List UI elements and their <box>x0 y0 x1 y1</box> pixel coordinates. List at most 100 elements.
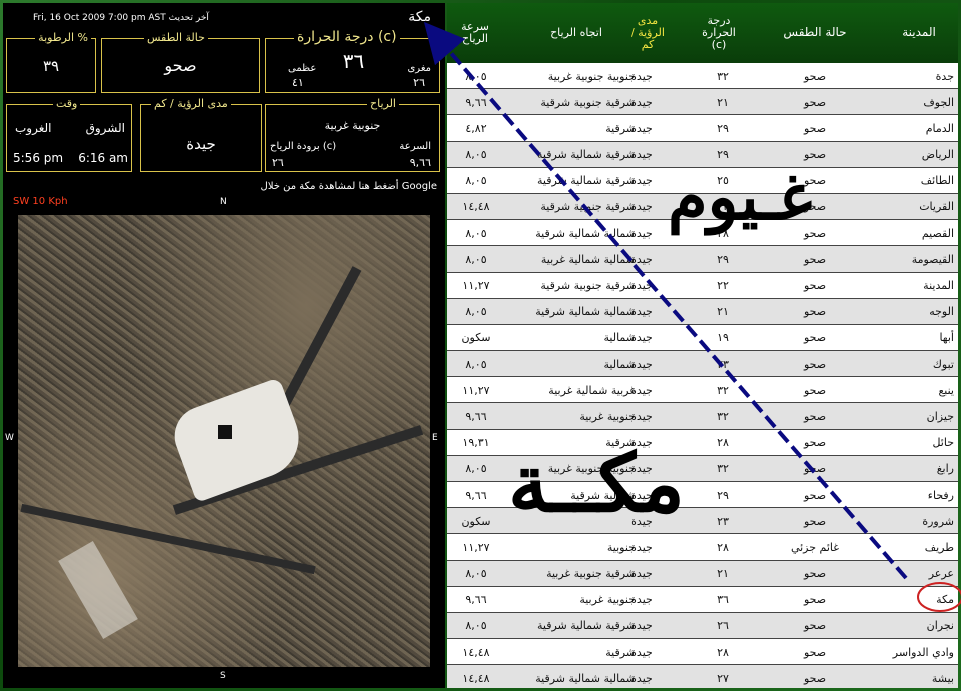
wind-readout: SW 10 Kph <box>13 196 68 207</box>
table-row[interactable]: بيشة صحو ٢٧ جيدة شمالية شمالية شرقية ١٤,٤٨ <box>447 665 958 688</box>
cell-temperature: ٢١ <box>717 567 729 581</box>
cell-wind-direction: شمالية شمالية شرقية <box>535 671 635 685</box>
cell-wind-direction: شرقية جنوبية شرقية <box>540 95 635 109</box>
cell-condition: صحو <box>803 567 827 581</box>
cell-city: أبها <box>939 331 954 345</box>
time-title: وقت <box>53 97 81 110</box>
cell-condition: صحو <box>803 95 827 109</box>
wind-chill-value: ٢٦ <box>272 156 284 169</box>
cell-condition: صحو <box>803 383 827 397</box>
col-condition: حالة الطقس <box>783 25 847 40</box>
last-update: Fri, 16 Oct 2009 7:00 pm AST آخر تحديث <box>33 13 209 23</box>
visibility-value: جيدة <box>186 135 216 153</box>
cell-temperature: ٢٨ <box>717 645 729 659</box>
cell-wind-speed: ٨,٠٥ <box>465 69 487 83</box>
table-row[interactable]: وادي الدواسر صحو ٢٨ جيدة شرقية ١٤,٤٨ <box>447 639 958 666</box>
cell-condition: صحو <box>803 305 827 319</box>
wind-speed-value: ٩,٦٦ <box>409 156 431 169</box>
humidity-value: ٣٩ <box>42 57 60 75</box>
cell-wind-speed: ٩,٦٦ <box>465 95 487 109</box>
cell-temperature: ٢٧ <box>717 671 729 685</box>
table-row[interactable]: جدة صحو ٣٢ جيدة جنوبية جنوبية غربية ٨,٠٥ <box>447 63 958 90</box>
satellite-map[interactable] <box>18 215 430 667</box>
table-body: جدة صحو ٣٢ جيدة جنوبية جنوبية غربية ٨,٠٥ الجوف… <box>447 63 958 688</box>
cell-condition: صحو <box>803 69 827 83</box>
wind-speed-label: السرعة <box>399 141 431 152</box>
cell-wind-speed: ٩,٦٦ <box>465 593 487 607</box>
cell-wind-speed: ٨,٠٥ <box>465 567 487 581</box>
table-row[interactable]: الدمام صحو ٢٩ جيدة شرقية ٤,٨٢ <box>447 115 958 142</box>
cell-condition: صحو <box>803 252 827 266</box>
cell-city: مكة <box>936 593 954 607</box>
wind-panel: الرياح جنوبية غربية برودة الرياح (c) ٢٦ … <box>265 97 440 172</box>
temperature-title: درجة الحرارة (c) <box>294 29 400 45</box>
cell-condition: صحو <box>803 488 827 502</box>
cell-city: نجران <box>926 619 954 633</box>
cell-temperature: ٢٩ <box>717 488 729 502</box>
cell-temperature: ٣٢ <box>717 383 729 397</box>
cell-wind-speed: ٨,٠٥ <box>465 619 487 633</box>
table-header: المدينة حالة الطقس درجة الحرارة (c) مدى … <box>447 3 958 63</box>
sunset-label: الغروب <box>15 121 52 135</box>
cell-condition: صحو <box>803 593 827 607</box>
update-time: Fri, 16 Oct 2009 7:00 pm AST <box>33 13 166 23</box>
col-wind-speed: سرعة الرياح <box>461 19 489 45</box>
humidity-panel: الرطوبة % ٣٩ <box>6 31 96 93</box>
table-row[interactable]: تبوك صحو ٢٣ جيدة شمالية ٨,٠٥ <box>447 351 958 378</box>
cell-wind-direction: شرقية شمالية شرقية <box>536 148 635 162</box>
cell-city: جيزان <box>926 409 954 423</box>
cell-city: رابغ <box>936 462 954 476</box>
cell-wind-speed: ٨,٠٥ <box>465 462 487 476</box>
table-row[interactable]: نجران صحو ٢٦ جيدة شرقية شمالية شرقية ٨,٠٥ <box>447 612 958 640</box>
cell-wind-direction: شرقية شمالية شرقية <box>536 619 635 633</box>
cell-city: رفحاء <box>927 488 954 502</box>
table-row[interactable]: طريف غائم جزئي ٢٨ جيدة جنوبية ١١,٢٧ <box>447 534 958 561</box>
table-row[interactable]: عرعر صحو ٢١ جيدة شرقية جنوبية غربية ٨,٠٥ <box>447 560 958 587</box>
cell-wind-speed: ٩,٦٦ <box>465 409 487 423</box>
google-map-link[interactable]: أضغط هنا لمشاهدة مكة من خلال Google <box>261 181 437 192</box>
temp-min-value: ٢٦ <box>413 76 425 89</box>
cell-wind-speed: ٨,٠٥ <box>465 174 487 188</box>
kaaba <box>218 425 232 439</box>
condition-value: صحو <box>164 56 197 75</box>
table-row[interactable]: مكة صحو ٣٦ جيدة جنوبية غربية ٩,٦٦ <box>447 587 958 613</box>
cell-temperature: ٣٢ <box>717 69 729 83</box>
cell-wind-speed: ٤,٨٢ <box>465 121 487 135</box>
table-row[interactable]: الجوف صحو ٢١ جيدة شرقية جنوبية شرقية ٩,٦٦ <box>447 89 958 116</box>
table-row[interactable]: المدينة صحو ٢٢ جيدة شرقية جنوبية شرقية ١١,٢٧ <box>447 273 958 299</box>
cell-temperature: ٢٨ <box>717 540 729 554</box>
cell-wind-speed: ٨,٠٥ <box>465 357 487 371</box>
compass-west: W <box>5 433 14 443</box>
cell-wind-speed: ١٤,٤٨ <box>462 200 490 214</box>
condition-title: حالة الطقس <box>144 31 208 44</box>
temp-min-label: مغرى <box>407 63 431 74</box>
cell-city: جدة <box>935 69 954 83</box>
cell-condition: صحو <box>803 514 827 528</box>
cell-wind-direction: شمالية شمالية شرقية <box>535 305 635 319</box>
table-row[interactable]: الوجه صحو ٢١ جيدة شمالية شمالية شرقية ٨,٠٥ <box>447 298 958 325</box>
selected-city-title: مكة <box>408 9 431 25</box>
table-row[interactable]: القيصومة صحو ٢٩ جيدة شمالية شمالية غربية ٨,٠٥ <box>447 246 958 273</box>
cell-wind-direction: شرقية <box>605 645 635 659</box>
cell-city: الطائف <box>920 174 954 188</box>
cell-city: الجوف <box>923 95 954 109</box>
cell-temperature: ٢٩ <box>717 121 729 135</box>
cell-wind-speed: ٨,٠٥ <box>465 305 487 319</box>
table-row[interactable]: أبها صحو ١٩ جيدة شمالية سكون <box>447 325 958 352</box>
cell-wind-speed: ٩,٦٦ <box>465 488 487 502</box>
cell-city: القريات <box>919 200 954 214</box>
cell-wind-direction: جنوبية جنوبية غربية <box>547 69 635 83</box>
cell-wind-speed: ١٤,٤٨ <box>462 645 490 659</box>
cell-temperature: ٢٣ <box>717 514 729 528</box>
table-row[interactable]: ينبع صحو ٣٢ جيدة غربية شمالية غربية ١١,٢٧ <box>447 377 958 404</box>
sunrise-label: الشروق <box>85 121 125 135</box>
cell-wind-speed: ٨,٠٥ <box>465 148 487 162</box>
wind-title: الرياح <box>367 97 399 110</box>
cell-temperature: ٢٣ <box>717 357 729 371</box>
table-row[interactable]: جيزان صحو ٣٢ جيدة جنوبية غربية ٩,٦٦ <box>447 403 958 430</box>
cell-city: المدينة <box>923 279 954 292</box>
sunrise-value: 6:16 am <box>78 151 128 165</box>
cell-condition: صحو <box>803 645 827 659</box>
cell-wind-speed: ٨,٠٥ <box>465 252 487 266</box>
cell-condition: صحو <box>803 409 827 423</box>
